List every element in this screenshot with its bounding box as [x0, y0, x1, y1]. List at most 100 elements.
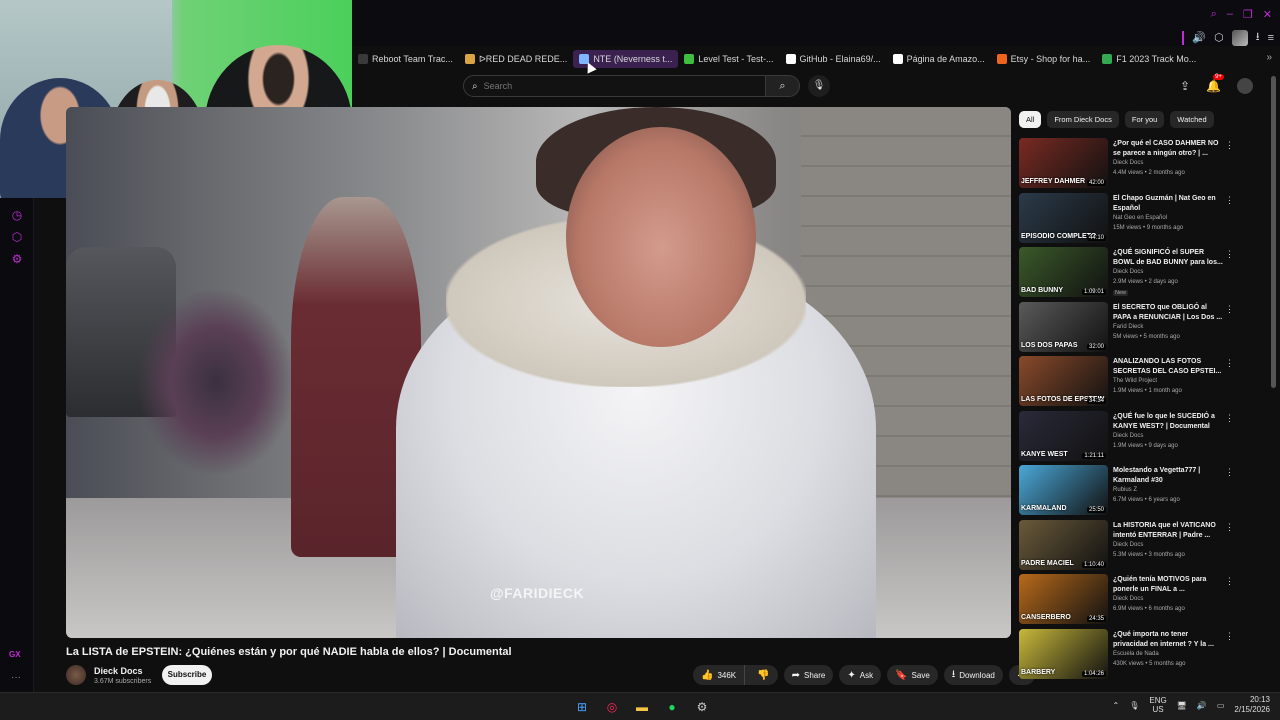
- settings-icon[interactable]: ⚙: [10, 252, 24, 266]
- extension-cube-icon[interactable]: ⬡: [1214, 31, 1224, 44]
- page-scrollbar[interactable]: [1271, 76, 1276, 388]
- recommendation-channel[interactable]: Nat Geo en Español: [1113, 215, 1167, 221]
- more-vertical-icon[interactable]: ⋮: [1225, 467, 1234, 478]
- steam-icon[interactable]: ⚙: [692, 697, 712, 717]
- menu-icon[interactable]: ≡: [1268, 32, 1274, 44]
- download-button[interactable]: ⭳ Download: [943, 665, 1003, 685]
- more-vertical-icon[interactable]: ⋮: [1225, 631, 1234, 642]
- recommendation-channel[interactable]: Dieck Docs: [1113, 596, 1143, 602]
- bookmark-item[interactable]: Reboot Team Trac...: [352, 50, 459, 68]
- video-thumbnail[interactable]: JEFFREY DAHMER 42:00: [1019, 138, 1108, 188]
- recommendation-item[interactable]: CANSERBERO 24:35 ¿Quién tenía MOTIVOS para…: [1019, 574, 1269, 626]
- maximize-button[interactable]: ❐: [1243, 8, 1253, 21]
- minimize-button[interactable]: –: [1227, 8, 1233, 21]
- close-button[interactable]: ✕: [1263, 8, 1272, 21]
- tray-mic-icon[interactable]: 🎙: [1129, 701, 1139, 710]
- audio-icon[interactable]: 🔊: [1192, 31, 1206, 44]
- recommendation-item[interactable]: EPISODIO COMPLETO 44:10 El Chapo Guzmán | …: [1019, 192, 1269, 245]
- recommendation-channel[interactable]: Dieck Docs: [1113, 160, 1143, 166]
- bookmark-item[interactable]: ᐅRED DEAD REDE...: [459, 50, 573, 68]
- spotify-icon[interactable]: ●: [662, 697, 682, 717]
- profile-avatar[interactable]: [1231, 29, 1248, 46]
- bookmark-item[interactable]: Level Test - Test-...: [678, 50, 779, 68]
- volume-icon[interactable]: 🔊: [1197, 701, 1207, 710]
- video-thumbnail[interactable]: LOS DOS PAPAS 32:00: [1019, 301, 1108, 352]
- search-button[interactable]: ⌕: [766, 75, 800, 97]
- voice-search-button[interactable]: 🎙: [808, 75, 830, 97]
- recommendation-item[interactable]: BAD BUNNY 1:09:01 ¿QUÉ SIGNIFICÓ el SUPER …: [1019, 247, 1269, 299]
- download-icon[interactable]: ⭳: [1256, 28, 1260, 47]
- account-avatar[interactable]: [1237, 78, 1254, 94]
- share-button[interactable]: ➦ Share: [783, 665, 834, 685]
- recommendation-channel[interactable]: Farid Dieck: [1113, 324, 1143, 330]
- search-input[interactable]: [483, 81, 744, 91]
- recommendation-title[interactable]: ¿Quién tenía MOTIVOS para ponerle un FIN…: [1113, 575, 1225, 595]
- more-vertical-icon[interactable]: ⋮: [1225, 140, 1234, 151]
- upload-icon[interactable]: ⇪: [1180, 79, 1190, 93]
- recommendation-channel[interactable]: The Wild Project: [1113, 378, 1157, 384]
- gx-label[interactable]: GX: [9, 650, 21, 659]
- recommendation-channel[interactable]: Dieck Docs: [1113, 542, 1143, 548]
- subscribe-button[interactable]: Subscribe: [162, 665, 212, 685]
- channel-name[interactable]: Dieck Docs: [94, 666, 143, 676]
- bookmarks-overflow-icon[interactable]: »: [1266, 52, 1272, 63]
- recommendation-channel[interactable]: Escuela de Nada: [1113, 651, 1159, 657]
- network-icon[interactable]: 🖥: [1177, 701, 1187, 710]
- bookmark-item[interactable]: Página de Amazo...: [887, 50, 991, 68]
- video-thumbnail[interactable]: CANSERBERO 24:35: [1019, 574, 1108, 624]
- clock[interactable]: 20:13 2/15/2026: [1234, 695, 1270, 715]
- notifications-button[interactable]: 🔔 9+: [1206, 74, 1224, 93]
- video-thumbnail[interactable]: KARMALAND 25:50: [1019, 465, 1108, 515]
- bookmark-item[interactable]: GitHub - Elaina69/...: [780, 50, 887, 68]
- dislike-button[interactable]: 👎: [749, 670, 777, 681]
- recommendation-item[interactable]: BARBERY 1:04:26 ¿Qué importa no tener priv…: [1019, 628, 1269, 681]
- recommendation-channel[interactable]: Dieck Docs: [1113, 269, 1143, 275]
- filter-chip[interactable]: All: [1019, 111, 1042, 128]
- history-icon[interactable]: ◷: [10, 208, 24, 222]
- video-thumbnail[interactable]: KANYE WEST 1:21:11: [1019, 410, 1108, 461]
- battery-icon[interactable]: ▭: [1217, 701, 1225, 710]
- video-thumbnail[interactable]: BARBERY 1:04:26: [1019, 628, 1108, 679]
- recommendation-item[interactable]: LAS FOTOS DE EPSTEIN 34:34 ANALIZANDO LAS …: [1019, 356, 1269, 408]
- windows-start-icon[interactable]: ⊞: [572, 697, 592, 717]
- recommendation-title[interactable]: ANALIZANDO LAS FOTOS SECRETAS DEL CASO E…: [1113, 357, 1225, 377]
- file-explorer-icon[interactable]: ▬: [632, 697, 652, 717]
- more-vertical-icon[interactable]: ⋮: [1225, 522, 1234, 533]
- video-thumbnail[interactable]: EPISODIO COMPLETO 44:10: [1019, 192, 1108, 243]
- video-player[interactable]: @FARIDIECK: [66, 107, 1011, 638]
- bookmark-item[interactable]: F1 2023 Track Mo...: [1096, 50, 1202, 68]
- like-button[interactable]: 👍 346K: [693, 665, 746, 685]
- more-vertical-icon[interactable]: ⋮: [1225, 249, 1234, 260]
- search-box[interactable]: ⌕: [463, 75, 766, 97]
- opera-gx-icon[interactable]: ◎: [602, 697, 622, 717]
- language-indicator[interactable]: ENG US: [1149, 696, 1166, 714]
- extensions-icon[interactable]: ⬡: [10, 230, 24, 244]
- filter-chip[interactable]: For you: [1124, 111, 1165, 128]
- recommendation-item[interactable]: JEFFREY DAHMER 42:00 ¿Por qué el CASO DAHM…: [1019, 138, 1269, 190]
- recommendation-title[interactable]: Molestando a Vegetta777 | Karmaland #30: [1113, 466, 1225, 486]
- channel-avatar[interactable]: [66, 665, 86, 685]
- recommendation-title[interactable]: El Chapo Guzmán | Nat Geo en Español: [1113, 194, 1225, 214]
- video-thumbnail[interactable]: PADRE MACIEL 1:10:40: [1019, 519, 1108, 570]
- video-thumbnail[interactable]: BAD BUNNY 1:09:01: [1019, 247, 1108, 297]
- more-vertical-icon[interactable]: ⋮: [1225, 358, 1234, 369]
- recommendation-title[interactable]: El SECRETO que OBLIGÓ al PAPA a RENUNCIA…: [1113, 303, 1225, 323]
- bookmark-item[interactable]: Etsy - Shop for ha...: [991, 50, 1097, 68]
- search-tabs-icon[interactable]: ⌕: [1211, 8, 1217, 21]
- more-vertical-icon[interactable]: ⋮: [1225, 413, 1234, 424]
- recommendation-channel[interactable]: Dieck Docs: [1113, 433, 1143, 439]
- recommendation-title[interactable]: ¿QUÉ fue lo que le SUCEDIÓ a KANYE WEST?…: [1113, 412, 1225, 432]
- more-vertical-icon[interactable]: ⋮: [1225, 195, 1234, 206]
- recommendation-title[interactable]: ¿QUÉ SIGNIFICÓ el SUPER BOWL de BAD BUNN…: [1113, 248, 1225, 268]
- video-thumbnail[interactable]: LAS FOTOS DE EPSTEIN 34:34: [1019, 356, 1108, 406]
- more-vertical-icon[interactable]: ⋮: [1225, 304, 1234, 315]
- recommendation-item[interactable]: KANYE WEST 1:21:11 ¿QUÉ fue lo que le SUCE…: [1019, 410, 1269, 463]
- recommendation-item[interactable]: PADRE MACIEL 1:10:40 La HISTORIA que el VA…: [1019, 519, 1269, 572]
- recommendation-item[interactable]: KARMALAND 25:50 Molestando a Vegetta777 | …: [1019, 465, 1269, 517]
- more-icon[interactable]: ···: [11, 672, 21, 683]
- recommendation-title[interactable]: La HISTORIA que el VATICANO intentó ENTE…: [1113, 521, 1225, 541]
- recommendation-channel[interactable]: Rubius Z: [1113, 487, 1137, 493]
- recommendation-title[interactable]: ¿Qué importa no tener privacidad en inte…: [1113, 630, 1225, 650]
- filter-chip[interactable]: Watched: [1170, 111, 1214, 128]
- save-button[interactable]: 🔖 Save: [887, 665, 938, 685]
